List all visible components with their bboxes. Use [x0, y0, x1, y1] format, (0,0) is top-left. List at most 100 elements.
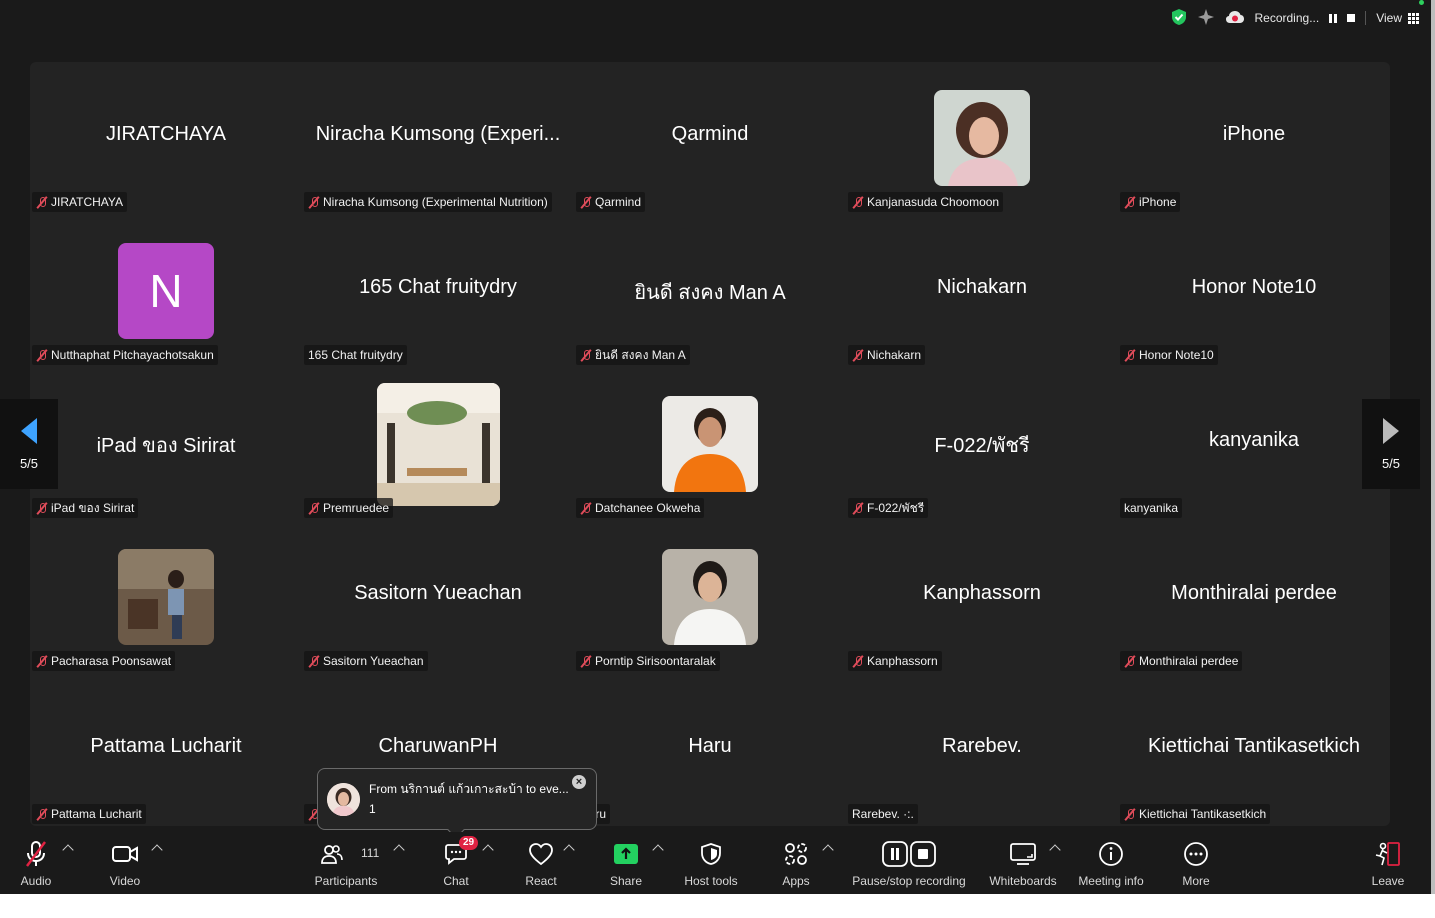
name-label: Niracha Kumsong (Experimental Nutrition)	[323, 195, 548, 209]
page-indicator: 5/5	[1381, 455, 1401, 471]
name-label: Sasitorn Yueachan	[323, 654, 424, 668]
participant-tile[interactable]: F-022/พัชรี F-022/พัชรี	[846, 368, 1118, 521]
participant-display-name: iPad ของ Sirirat	[96, 435, 236, 457]
previous-page-button[interactable]: 5/5	[0, 399, 58, 489]
name-tag: iPad ของ Sirirat	[32, 498, 139, 518]
mic-muted-icon	[308, 196, 320, 209]
participant-display-name: kanyanika	[1208, 429, 1300, 451]
participant-tile[interactable]: Porntip Sirisoontaralak	[574, 521, 846, 674]
name-tag: Premruedee	[304, 498, 394, 518]
more-label: More	[1182, 874, 1210, 888]
participant-tile[interactable]: Monthiralai perdee Monthiralai perdee	[1118, 521, 1390, 674]
name-label: kanyanika	[1124, 501, 1179, 515]
stop-icon[interactable]	[1347, 14, 1356, 22]
participant-tile[interactable]: Pacharasa Poonsawat	[30, 521, 302, 674]
name-tag: Kanphassorn	[848, 651, 942, 671]
name-label: Monthiralai perdee	[1139, 654, 1239, 668]
video-icon	[111, 840, 139, 868]
participant-display-name: Kiettichai Tantikasetkich	[1148, 735, 1360, 757]
more-button[interactable]: More	[1146, 840, 1246, 888]
name-tag: Honor Note10	[1120, 345, 1218, 365]
name-tag: Porntip Sirisoontaralak	[576, 651, 720, 671]
participant-display-name: 165 Chat fruitydry	[359, 276, 517, 298]
name-tag: Rarebev. ·:.	[848, 804, 918, 824]
mic-muted-icon	[308, 502, 320, 515]
participant-display-name: Qarmind	[671, 123, 749, 145]
leave-button[interactable]: Leave	[1338, 840, 1435, 888]
shield-icon	[700, 840, 722, 868]
participant-tile[interactable]: Premruedee	[302, 368, 574, 521]
mic-muted-icon	[1124, 808, 1136, 821]
shield-check-icon[interactable]	[1171, 8, 1187, 29]
next-page-button[interactable]: 5/5	[1362, 399, 1420, 489]
participant-tile[interactable]: ยินดี สงคง Man A ยินดี สงคง Man A	[574, 215, 846, 368]
participant-tile[interactable]: N Nutthaphat Pitchayachotsakun	[30, 215, 302, 368]
view-button[interactable]: View	[1376, 11, 1419, 25]
name-tag: Monthiralai perdee	[1120, 651, 1243, 671]
name-tag: JIRATCHAYA	[32, 192, 128, 212]
name-tag: Qarmind	[576, 192, 646, 212]
participant-tile[interactable]: Kanphassorn Kanphassorn	[846, 521, 1118, 674]
status-dot	[1419, 0, 1424, 5]
participant-tile[interactable]: Honor Note10 Honor Note10	[1118, 215, 1390, 368]
sparkle-icon[interactable]	[1197, 8, 1215, 29]
name-tag: Nutthaphat Pitchayachotsakun	[32, 345, 218, 365]
participant-tile[interactable]: Haru Haru	[574, 674, 846, 827]
participant-tile[interactable]: Qarmind Qarmind	[574, 62, 846, 215]
participants-button[interactable]: Participants	[296, 840, 396, 888]
video-label: Video	[109, 874, 141, 888]
meeting-toolbar: Audio Video Participants 111 29 Chat Rea…	[0, 832, 1435, 894]
grid-view-icon	[1408, 12, 1419, 24]
name-label: Pattama Lucharit	[51, 807, 142, 821]
pause-stop-recording-button[interactable]: Pause/stop recording	[849, 840, 969, 888]
mic-muted-icon	[36, 196, 48, 209]
participant-display-name: Rarebev.	[942, 735, 1022, 757]
letter-avatar: N	[118, 243, 214, 339]
participant-tile[interactable]: iPad ของ Sirirat iPad ของ Sirirat	[30, 368, 302, 521]
pause-icon[interactable]	[1329, 13, 1338, 23]
chat-notification[interactable]: From นริกานต์ แก้วเกาะสะบ้า to eve... 1 …	[317, 768, 597, 839]
chat-label: Chat	[443, 874, 469, 888]
audio-button[interactable]: Audio	[0, 840, 86, 888]
name-label: Rarebev. ·:.	[852, 807, 914, 821]
mic-muted-icon	[852, 655, 864, 668]
name-label: Nutthaphat Pitchayachotsakun	[51, 348, 214, 362]
mic-muted-icon	[1124, 349, 1136, 362]
participant-display-name: Monthiralai perdee	[1171, 582, 1337, 604]
name-tag: Kanjanasuda Choomoon	[848, 192, 1004, 212]
name-tag: Datchanee Okweha	[576, 498, 705, 518]
participant-tile[interactable]: Rarebev. Rarebev. ·:.	[846, 674, 1118, 827]
name-tag: Sasitorn Yueachan	[304, 651, 428, 671]
close-icon[interactable]: ×	[572, 775, 586, 789]
name-label: Kanphassorn	[867, 654, 938, 668]
participant-tile[interactable]: Kanjanasuda Choomoon	[846, 62, 1118, 215]
participant-tile[interactable]: Kiettichai Tantikasetkich Kiettichai Tan…	[1118, 674, 1390, 827]
participant-tile[interactable]: Sasitorn Yueachan Sasitorn Yueachan	[302, 521, 574, 674]
chat-icon: 29	[444, 836, 479, 868]
top-status-bar: Recording... View	[1171, 6, 1419, 30]
name-label: 165 Chat fruitydry	[308, 348, 403, 362]
mic-muted-icon	[36, 349, 48, 362]
participant-tile[interactable]: Nichakarn Nichakarn	[846, 215, 1118, 368]
audio-label: Audio	[20, 874, 52, 888]
participant-tile[interactable]: Datchanee Okweha	[574, 368, 846, 521]
name-tag: 165 Chat fruitydry	[304, 345, 407, 365]
participant-tile[interactable]: kanyanika kanyanika	[1118, 368, 1390, 521]
name-tag: kanyanika	[1120, 498, 1183, 518]
info-icon	[1098, 840, 1124, 868]
participant-display-name: iPhone	[1222, 123, 1286, 145]
participant-tile[interactable]: iPhone iPhone	[1118, 62, 1390, 215]
name-label: ยินดี สงคง Man A	[595, 347, 686, 362]
participant-tile[interactable]: Niracha Kumsong (Experi... Niracha Kumso…	[302, 62, 574, 215]
pause-stop-label: Pause/stop recording	[852, 874, 966, 888]
participant-tile[interactable]: JIRATCHAYA JIRATCHAYA	[30, 62, 302, 215]
name-label: Honor Note10	[1139, 348, 1214, 362]
video-gallery: JIRATCHAYA JIRATCHAYA Niracha Kumsong (E…	[30, 62, 1390, 826]
whiteboard-icon	[1009, 840, 1037, 868]
participant-tile[interactable]: 165 Chat fruitydry 165 Chat fruitydry	[302, 215, 574, 368]
name-tag: Niracha Kumsong (Experimental Nutrition)	[304, 192, 552, 212]
participant-tile[interactable]: Pattama Lucharit Pattama Lucharit	[30, 674, 302, 827]
page-indicator: 5/5	[19, 455, 39, 471]
sender-avatar	[327, 783, 360, 816]
mic-muted-icon	[580, 502, 592, 515]
